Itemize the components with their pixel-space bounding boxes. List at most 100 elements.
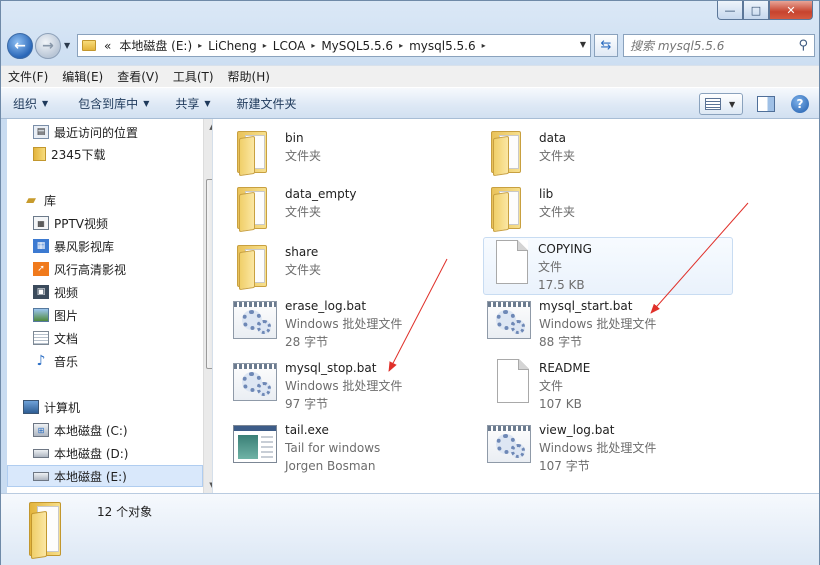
chevron-right-icon[interactable]: ▸ bbox=[397, 41, 405, 50]
chevron-right-icon[interactable]: ▸ bbox=[480, 41, 488, 50]
file-detail: 107 字节 bbox=[539, 459, 590, 473]
chevron-down-icon: ▼ bbox=[729, 99, 736, 109]
back-button[interactable]: ← bbox=[7, 33, 33, 59]
file-name: COPYING bbox=[538, 242, 592, 256]
picture-icon bbox=[33, 308, 49, 322]
file-name: tail.exe bbox=[285, 423, 329, 437]
new-folder-label: 新建文件夹 bbox=[236, 96, 297, 111]
share-button[interactable]: 共享 ▼ bbox=[163, 95, 220, 112]
file-item[interactable]: view_log.bat Windows 批处理文件 107 字节 bbox=[485, 419, 735, 475]
chevron-down-icon: ▼ bbox=[42, 98, 49, 108]
navigation-scrollbar[interactable]: ▲ ▼ bbox=[203, 119, 212, 493]
file-item[interactable]: mysql_start.bat Windows 批处理文件 88 字节 bbox=[485, 295, 735, 351]
minimize-button[interactable]: — bbox=[717, 1, 743, 20]
chevron-right-icon[interactable]: ▸ bbox=[309, 41, 317, 50]
file-name: lib bbox=[539, 187, 554, 201]
menu-help[interactable]: 帮助(H) bbox=[221, 68, 277, 85]
scroll-down-arrow[interactable]: ▼ bbox=[204, 477, 212, 493]
file-item-text: COPYING 文件 17.5 KB bbox=[538, 238, 592, 294]
nav-item-label: 风行高清影视 bbox=[54, 262, 127, 277]
nav-item-computer[interactable]: 计算机 bbox=[23, 396, 212, 418]
file-item[interactable]: bin 文件夹 bbox=[231, 127, 481, 183]
address-history-dropdown[interactable]: ▼ bbox=[580, 40, 586, 49]
search-input[interactable] bbox=[630, 38, 790, 53]
refresh-button[interactable]: ⇆ bbox=[594, 34, 618, 57]
folder-icon bbox=[485, 183, 535, 233]
breadcrumb-overflow[interactable]: « bbox=[100, 39, 115, 53]
file-item[interactable]: erase_log.bat Windows 批处理文件 28 字节 bbox=[231, 295, 481, 351]
nav-item-baofeng[interactable]: ▦ 暴风影视库 bbox=[33, 235, 212, 257]
nav-item-drive-d[interactable]: 本地磁盘 (D:) bbox=[33, 442, 212, 464]
close-button[interactable]: ✕ bbox=[769, 1, 813, 20]
menu-tools[interactable]: 工具(T) bbox=[166, 68, 221, 85]
scroll-up-arrow[interactable]: ▲ bbox=[204, 119, 212, 135]
pptv-icon: ▦ bbox=[33, 216, 49, 230]
chevron-right-icon[interactable]: ▸ bbox=[261, 41, 269, 50]
nav-item-documents[interactable]: 文档 bbox=[33, 327, 212, 349]
nav-item-label: 本地磁盘 (D:) bbox=[54, 446, 129, 461]
video-icon: ▣ bbox=[33, 285, 49, 299]
nav-item-drive-c[interactable]: ⊞ 本地磁盘 (C:) bbox=[33, 419, 212, 441]
chevron-right-icon[interactable]: ▸ bbox=[196, 41, 204, 50]
file-item[interactable]: share 文件夹 bbox=[231, 241, 481, 297]
forward-button[interactable]: → bbox=[35, 33, 61, 59]
new-folder-button[interactable]: 新建文件夹 bbox=[225, 95, 307, 112]
nav-item-label: 音乐 bbox=[54, 354, 79, 369]
file-item-text: bin 文件夹 bbox=[285, 127, 321, 165]
preview-pane-button[interactable] bbox=[757, 96, 775, 112]
file-item[interactable]: COPYING 文件 17.5 KB bbox=[483, 237, 733, 295]
library-icon: ▰ bbox=[26, 192, 36, 208]
file-item[interactable]: lib 文件夹 bbox=[485, 183, 735, 239]
organize-button[interactable]: 组织 ▼ bbox=[1, 95, 58, 112]
nav-item-label: 计算机 bbox=[44, 400, 81, 415]
file-item[interactable]: data_empty 文件夹 bbox=[231, 183, 481, 239]
file-item[interactable]: data 文件夹 bbox=[485, 127, 735, 183]
file-item-text: data 文件夹 bbox=[539, 127, 575, 165]
file-item-text: share 文件夹 bbox=[285, 241, 321, 279]
item-count: 12 个对象 bbox=[97, 505, 153, 519]
chevron-down-icon: ▼ bbox=[204, 98, 211, 108]
document-icon bbox=[33, 331, 49, 345]
fengxing-icon: ➚ bbox=[33, 262, 49, 276]
recent-pages-dropdown[interactable]: ▼ bbox=[64, 41, 70, 50]
include-in-library-button[interactable]: 包含到库中 ▼ bbox=[66, 95, 159, 112]
recent-places-icon: ▤ bbox=[33, 125, 49, 139]
help-button[interactable]: ? bbox=[791, 95, 809, 113]
file-type: 文件夹 bbox=[539, 149, 576, 163]
nav-item-music[interactable]: ♪ 音乐 bbox=[33, 350, 212, 372]
file-type: 文件夹 bbox=[285, 205, 322, 219]
application-icon bbox=[231, 419, 281, 467]
breadcrumb-drive-e[interactable]: 本地磁盘 (E:) bbox=[115, 37, 196, 54]
breadcrumb-mysql556[interactable]: MySQL5.5.6 bbox=[317, 39, 397, 53]
nav-item-pictures[interactable]: 图片 bbox=[33, 304, 212, 326]
file-type: Tail for windows bbox=[285, 441, 381, 455]
view-details-icon bbox=[705, 98, 721, 110]
nav-item-libraries[interactable]: ▰ 库 bbox=[23, 189, 212, 211]
address-bar[interactable]: « 本地磁盘 (E:) ▸ LiCheng ▸ LCOA ▸ MySQL5.5.… bbox=[77, 34, 591, 57]
maximize-button[interactable]: □ bbox=[743, 1, 769, 20]
change-view-button[interactable]: ▼ bbox=[699, 93, 743, 115]
scrollbar-thumb[interactable] bbox=[206, 179, 212, 369]
file-item[interactable]: README 文件 107 KB bbox=[485, 357, 735, 413]
menu-file[interactable]: 文件(F) bbox=[1, 68, 55, 85]
status-bar: 12 个对象 bbox=[1, 493, 819, 565]
nav-item-2345-downloads[interactable]: 2345下载 bbox=[33, 143, 212, 165]
search-icon[interactable]: ⚲ bbox=[798, 38, 808, 53]
nav-item-pptv[interactable]: ▦ PPTV视频 bbox=[33, 212, 212, 234]
file-list: bin 文件夹 data 文件夹 data_empty 文件夹 lib 文件夹 share 文件夹… bbox=[213, 119, 819, 493]
nav-item-drive-e[interactable]: 本地磁盘 (E:) bbox=[7, 465, 203, 487]
menu-view[interactable]: 查看(V) bbox=[110, 68, 166, 85]
nav-item-videos[interactable]: ▣ 视频 bbox=[33, 281, 212, 303]
breadcrumb-licheng[interactable]: LiCheng bbox=[204, 39, 261, 53]
file-item[interactable]: tail.exe Tail for windows Jorgen Bosman bbox=[231, 419, 481, 475]
breadcrumb-current[interactable]: mysql5.5.6 bbox=[405, 39, 480, 53]
file-item-text: data_empty 文件夹 bbox=[285, 183, 357, 221]
nav-item-fengxing[interactable]: ➚ 风行高清影视 bbox=[33, 258, 212, 280]
nav-item-recent-places[interactable]: ▤ 最近访问的位置 bbox=[33, 121, 212, 143]
file-type: 文件 bbox=[539, 379, 564, 393]
file-type: Windows 批处理文件 bbox=[539, 441, 657, 455]
file-item[interactable]: mysql_stop.bat Windows 批处理文件 97 字节 bbox=[231, 357, 481, 413]
breadcrumb-lcoa[interactable]: LCOA bbox=[269, 39, 310, 53]
nav-item-label: 视频 bbox=[54, 285, 79, 300]
menu-edit[interactable]: 编辑(E) bbox=[55, 68, 110, 85]
